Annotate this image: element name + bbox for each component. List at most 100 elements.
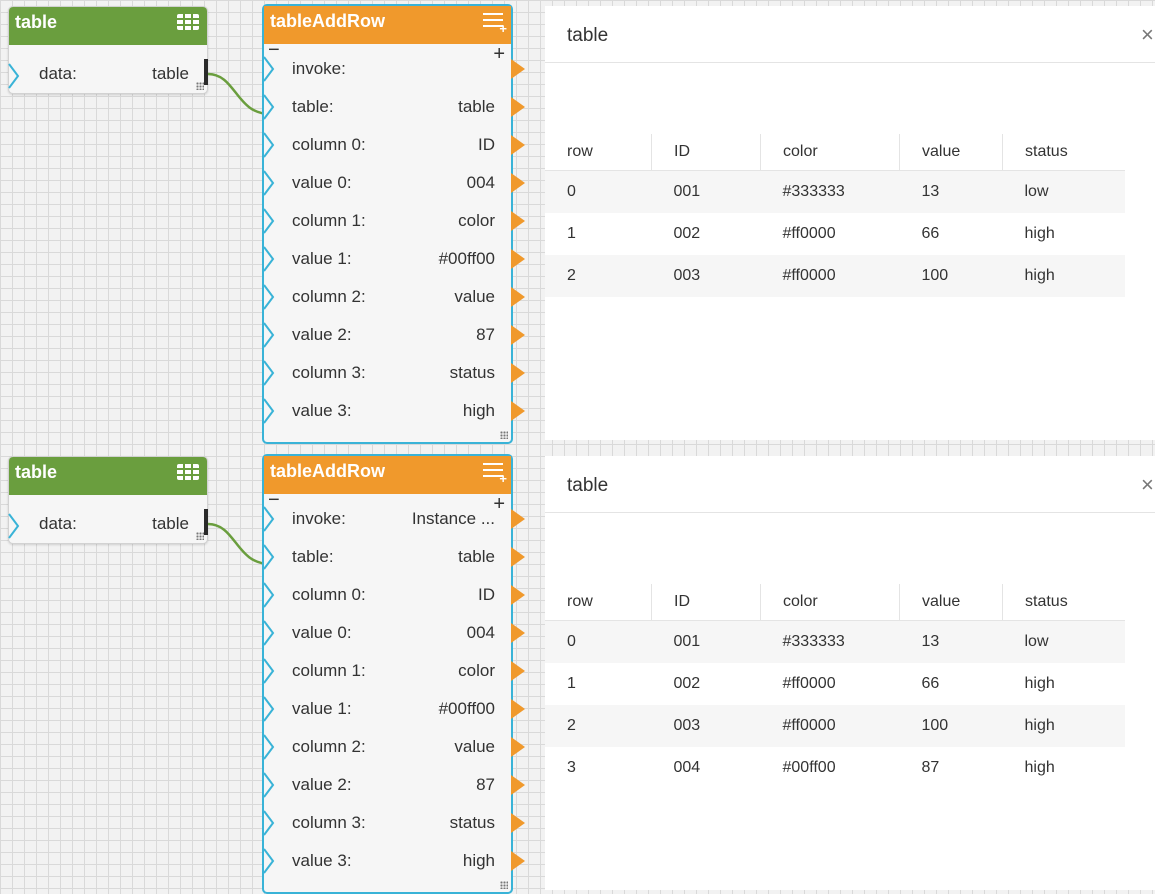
output-port-icon[interactable] [511, 97, 525, 117]
table-node-header[interactable]: table [9, 7, 207, 45]
table-row[interactable]: 0 001 #333333 13 low [545, 620, 1125, 663]
port-row[interactable]: value 2: 87 [263, 316, 525, 354]
input-port-icon[interactable] [263, 810, 275, 836]
close-icon[interactable]: × [1141, 472, 1155, 498]
table-row[interactable]: 1 002 #ff0000 66 high [545, 213, 1125, 255]
column-header[interactable]: status [1002, 134, 1125, 171]
output-port-icon[interactable] [511, 585, 525, 605]
output-port-icon[interactable] [511, 59, 525, 79]
output-port-icon[interactable] [511, 325, 525, 345]
port-row[interactable]: value 1: #00ff00 [263, 240, 525, 278]
port-row[interactable]: value 0: 004 [263, 164, 525, 202]
output-port-icon[interactable] [511, 401, 525, 421]
add-row-menu-icon[interactable]: + [483, 463, 507, 485]
output-port-icon[interactable] [511, 363, 525, 383]
input-port-icon[interactable] [263, 506, 275, 532]
input-port-icon[interactable] [263, 208, 275, 234]
port-row[interactable]: column 2: value [263, 278, 525, 316]
port-row[interactable]: column 0: ID [263, 576, 525, 614]
column-header[interactable]: row [545, 134, 652, 171]
column-header[interactable]: ID [651, 134, 761, 171]
input-port-icon[interactable] [263, 620, 275, 646]
column-header[interactable]: row [545, 584, 652, 621]
table-row[interactable]: 2 003 #ff0000 100 high [545, 255, 1125, 297]
table-node-header[interactable]: table [9, 457, 207, 495]
data-port-row[interactable]: data: table [39, 509, 189, 539]
column-header[interactable]: value [899, 134, 1003, 171]
input-port-icon[interactable] [263, 322, 275, 348]
port-row[interactable]: column 0: ID [263, 126, 525, 164]
input-port-icon[interactable] [263, 246, 275, 272]
input-port-icon[interactable] [263, 56, 275, 82]
table-add-row-header[interactable]: tableAddRow + [264, 456, 511, 494]
resize-handle[interactable] [196, 532, 204, 540]
port-row[interactable]: value 3: high [263, 842, 525, 880]
table-add-row-node[interactable]: tableAddRow + − + invoke: table: table column 0… [262, 4, 525, 444]
input-port-icon[interactable] [263, 848, 275, 874]
panel-header: table × [545, 456, 1155, 513]
output-port-icon[interactable] [511, 509, 525, 529]
output-port-icon[interactable] [511, 699, 525, 719]
add-row-menu-icon[interactable]: + [483, 13, 507, 35]
column-header[interactable]: ID [651, 584, 761, 621]
port-row[interactable]: value 0: 004 [263, 614, 525, 652]
output-port-icon[interactable] [511, 249, 525, 269]
output-port-icon[interactable] [511, 737, 525, 757]
input-port-icon[interactable] [263, 734, 275, 760]
port-row[interactable]: value 3: high [263, 392, 525, 430]
table-row[interactable]: 0 001 #333333 13 low [545, 170, 1125, 213]
output-port-icon[interactable] [511, 775, 525, 795]
data-input-port-icon[interactable] [8, 63, 20, 89]
column-header[interactable]: color [760, 134, 900, 171]
output-port-icon[interactable] [511, 287, 525, 307]
table-cell: high [1024, 675, 1055, 692]
table-node[interactable]: table data: table [8, 6, 208, 94]
table-add-row-node[interactable]: tableAddRow + − + invoke: Instance ... table: t… [262, 454, 525, 894]
data-port-row[interactable]: data: table [39, 59, 189, 89]
table-row[interactable]: 1 002 #ff0000 66 high [545, 663, 1125, 705]
input-port-icon[interactable] [263, 132, 275, 158]
input-port-icon[interactable] [263, 544, 275, 570]
port-row[interactable]: column 2: value [263, 728, 525, 766]
output-port-icon[interactable] [511, 623, 525, 643]
column-header[interactable]: status [1002, 584, 1125, 621]
output-port-icon[interactable] [511, 173, 525, 193]
output-port-icon[interactable] [511, 135, 525, 155]
resize-handle[interactable] [196, 82, 204, 90]
port-row[interactable]: column 3: status [263, 804, 525, 842]
close-icon[interactable]: × [1141, 22, 1155, 48]
input-port-icon[interactable] [263, 696, 275, 722]
table-row[interactable]: 2 003 #ff0000 100 high [545, 705, 1125, 747]
input-port-icon[interactable] [263, 772, 275, 798]
output-port-icon[interactable] [511, 851, 525, 871]
input-port-icon[interactable] [263, 360, 275, 386]
table-node[interactable]: table data: table [8, 456, 208, 544]
input-port-icon[interactable] [263, 398, 275, 424]
output-port-icon[interactable] [511, 661, 525, 681]
input-port-icon[interactable] [263, 658, 275, 684]
column-header[interactable]: color [760, 584, 900, 621]
table-add-row-header[interactable]: tableAddRow + [264, 6, 511, 44]
port-row[interactable]: column 3: status [263, 354, 525, 392]
port-row[interactable]: value 2: 87 [263, 766, 525, 804]
port-row[interactable]: value 1: #00ff00 [263, 690, 525, 728]
port-row[interactable]: table: table [263, 88, 525, 126]
port-row[interactable]: column 1: color [263, 652, 525, 690]
port-row[interactable]: invoke: Instance ... [263, 500, 525, 538]
table-cell: 2 [545, 255, 652, 297]
output-port-icon[interactable] [511, 547, 525, 567]
input-port-icon[interactable] [263, 284, 275, 310]
output-port-icon[interactable] [511, 211, 525, 231]
output-port-icon[interactable] [511, 813, 525, 833]
data-input-port-icon[interactable] [8, 513, 20, 539]
port-row[interactable]: column 1: color [263, 202, 525, 240]
resize-handle[interactable] [500, 881, 508, 889]
table-row[interactable]: 3 004 #00ff00 87 high [545, 747, 1125, 789]
port-row[interactable]: invoke: [263, 50, 525, 88]
input-port-icon[interactable] [263, 582, 275, 608]
column-header[interactable]: value [899, 584, 1003, 621]
port-row[interactable]: table: table [263, 538, 525, 576]
resize-handle[interactable] [500, 431, 508, 439]
input-port-icon[interactable] [263, 94, 275, 120]
input-port-icon[interactable] [263, 170, 275, 196]
